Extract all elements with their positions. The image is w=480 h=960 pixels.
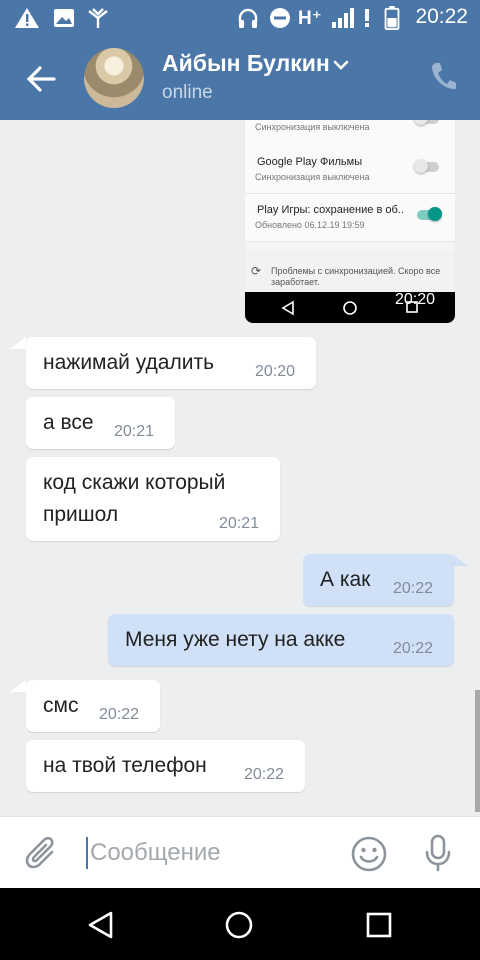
sync-icon: ⟳ bbox=[251, 264, 262, 278]
bubble-tail bbox=[10, 680, 26, 692]
system-nav-bar bbox=[0, 888, 480, 960]
settings-row-subtitle: Синхронизация выключена bbox=[255, 172, 370, 182]
smile-icon[interactable] bbox=[350, 835, 388, 873]
settings-row-subtitle: Синхронизация выключена bbox=[255, 122, 370, 132]
app-notification-icon bbox=[88, 8, 108, 28]
message-text: код скажи который bbox=[43, 471, 226, 494]
top-bar: H⁺ 20:22 Айбын Булкин online bbox=[0, 0, 480, 120]
contact-status: online bbox=[162, 82, 213, 103]
battery-icon bbox=[384, 6, 400, 30]
bubble-tail bbox=[452, 554, 468, 566]
toggle-off-icon bbox=[414, 159, 439, 173]
toggle-on-icon bbox=[417, 207, 442, 221]
nav-back-icon bbox=[281, 300, 294, 316]
network-type: H⁺ bbox=[298, 8, 322, 29]
arrow-left-icon[interactable] bbox=[24, 62, 58, 96]
signal-icon bbox=[332, 8, 354, 28]
image-icon bbox=[54, 9, 74, 27]
message-bubble-outgoing[interactable]: Меня уже нету на акке 20:22 bbox=[108, 614, 454, 666]
message-time: 20:22 bbox=[244, 766, 285, 783]
message-bubble-incoming[interactable]: на твой телефон 20:22 bbox=[26, 740, 305, 792]
toggle-off-icon bbox=[414, 120, 439, 125]
contact-name[interactable]: Айбын Булкин bbox=[162, 50, 330, 77]
message-time: 20:22 bbox=[99, 706, 140, 723]
settings-row: Play Игры: сохранение в об.. Обновлено 0… bbox=[245, 194, 455, 242]
message-text: пришол bbox=[43, 503, 119, 526]
nav-back-icon[interactable] bbox=[86, 910, 116, 940]
settings-row: Google Play Фильмы Синхронизация выключе… bbox=[245, 146, 455, 194]
message-time: 20:22 bbox=[393, 640, 434, 657]
message-bubble-incoming[interactable]: код скажи который пришол 20:21 bbox=[26, 457, 280, 541]
status-bar: H⁺ 20:22 bbox=[0, 0, 480, 36]
scrollbar[interactable] bbox=[475, 690, 480, 812]
chevron-down-icon[interactable] bbox=[332, 58, 350, 72]
message-time: 20:20 bbox=[255, 363, 296, 380]
paperclip-icon[interactable] bbox=[24, 835, 60, 871]
exclamation-icon bbox=[365, 9, 369, 27]
message-text: А как bbox=[320, 568, 371, 591]
message-bubble-outgoing[interactable]: А как 20:22 bbox=[303, 554, 454, 606]
settings-row-subtitle: Обновлено 06.12.19 19:59 bbox=[255, 220, 365, 230]
message-text: Меня уже нету на акке bbox=[125, 628, 346, 651]
message-time: 20:21 bbox=[219, 515, 260, 532]
sync-problem-text: Проблемы с синхронизацией. Скоро все зар… bbox=[271, 266, 441, 287]
message-time: 20:22 bbox=[393, 580, 434, 597]
settings-row-title: Google Play Фильмы bbox=[257, 156, 363, 168]
chat-header: Айбын Булкин online bbox=[0, 36, 480, 120]
nav-recents-icon[interactable] bbox=[366, 910, 392, 940]
text-cursor bbox=[86, 837, 88, 869]
nav-home-icon bbox=[343, 301, 357, 315]
message-time: 20:20 bbox=[395, 291, 436, 308]
message-text: на твой телефон bbox=[43, 754, 207, 777]
sync-problem-banner: ⟳ Проблемы с синхронизацией. Скоро все з… bbox=[245, 250, 455, 292]
message-input[interactable] bbox=[90, 835, 330, 871]
message-text: смс bbox=[43, 694, 79, 717]
composer-bar bbox=[0, 816, 480, 888]
avatar[interactable] bbox=[84, 48, 144, 108]
message-bubble-incoming[interactable]: а все 20:21 bbox=[26, 397, 175, 449]
do-not-disturb-icon bbox=[270, 8, 290, 28]
warning-icon bbox=[15, 8, 39, 28]
bubble-tail bbox=[10, 337, 26, 349]
microphone-icon[interactable] bbox=[422, 833, 454, 873]
message-text: а все bbox=[43, 411, 94, 434]
status-time: 20:22 bbox=[415, 5, 468, 28]
phone-icon[interactable] bbox=[428, 60, 458, 94]
headphones-icon bbox=[238, 8, 258, 28]
message-bubble-incoming[interactable]: нажимай удалить 20:20 bbox=[26, 337, 316, 389]
settings-row-title: Play Игры: сохранение в об.. bbox=[257, 204, 404, 216]
screenshot-attachment[interactable]: Синхронизация выключена Google Play Филь… bbox=[245, 120, 455, 323]
message-text: нажимай удалить bbox=[43, 351, 215, 374]
message-list[interactable]: Синхронизация выключена Google Play Филь… bbox=[0, 120, 480, 816]
message-bubble-incoming[interactable]: смс 20:22 bbox=[26, 680, 160, 732]
nav-home-icon[interactable] bbox=[224, 910, 254, 940]
message-time: 20:21 bbox=[114, 423, 155, 440]
